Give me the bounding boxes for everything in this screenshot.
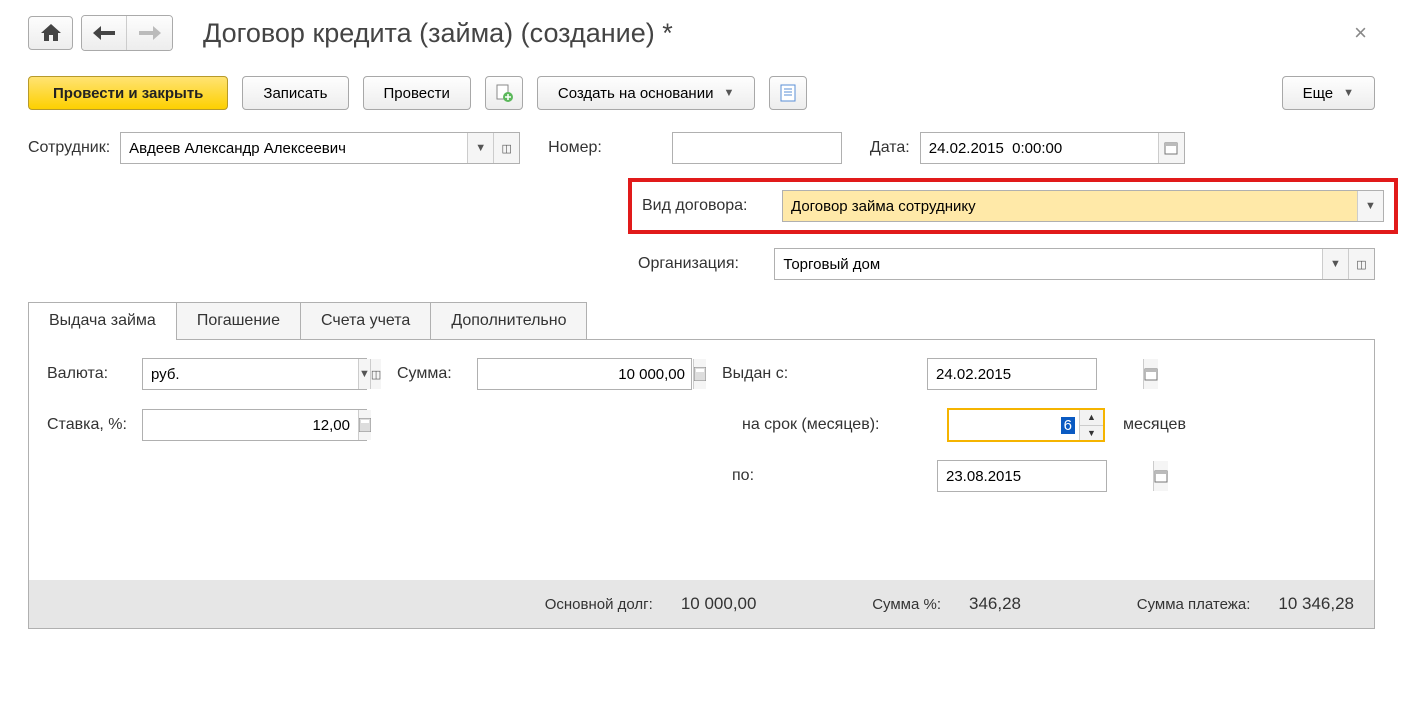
open-button[interactable]: ◫ [493,133,519,163]
open-button[interactable]: ◫ [370,359,381,389]
chevron-up-icon: ▲ [1087,412,1096,422]
currency-input[interactable] [143,359,358,389]
more-button[interactable]: Еще ▼ [1282,76,1375,110]
employee-label: Сотрудник: [28,139,110,157]
open-icon: ◫ [1356,258,1366,271]
tab-issue[interactable]: Выдача займа [28,302,177,339]
principal-value: 10 000,00 [681,594,757,614]
close-icon: × [1354,20,1367,45]
chevron-down-icon: ▼ [723,87,734,99]
chevron-down-icon: ▼ [1365,200,1376,212]
chevron-down-icon: ▼ [359,368,370,380]
date-input[interactable] [921,133,1158,163]
number-input[interactable] [673,133,888,163]
contract-type-input[interactable] [783,191,1357,221]
arrow-right-icon [139,26,161,40]
payment-value: 10 346,28 [1278,594,1354,614]
term-stepper[interactable]: 6 ▲ ▼ [947,408,1105,442]
dropdown-button[interactable]: ▼ [358,359,370,389]
arrow-left-icon [93,26,115,40]
contract-type-label: Вид договора: [642,197,772,215]
home-icon [41,24,61,42]
page-title: Договор кредита (займа) (создание) * [203,18,1346,49]
calculator-icon [359,418,371,432]
calendar-icon [1154,469,1168,483]
open-icon: ◫ [371,368,381,381]
term-label: на срок (месяцев): [742,416,937,434]
create-based-button[interactable]: Создать на основании ▼ [537,76,756,110]
calendar-icon [1144,367,1158,381]
document-plus-icon [495,84,513,102]
rate-input[interactable] [143,410,358,440]
report-button[interactable] [769,76,807,110]
dropdown-button[interactable]: ▼ [467,133,493,163]
chevron-down-icon: ▼ [475,142,486,154]
percent-label: Сумма %: [872,596,941,613]
calc-button[interactable] [693,359,706,389]
percent-value: 346,28 [969,594,1021,614]
contract-type-highlight: Вид договора: ▼ [628,178,1398,234]
term-value: 6 [949,410,1079,440]
to-label: по: [732,467,927,485]
amount-label: Сумма: [397,365,467,383]
payment-label: Сумма платежа: [1137,596,1251,613]
chevron-down-icon: ▼ [1330,258,1341,270]
term-unit: месяцев [1123,416,1186,434]
chevron-down-icon: ▼ [1087,428,1096,438]
back-button[interactable] [82,16,127,50]
calendar-button[interactable] [1153,461,1168,491]
open-button[interactable]: ◫ [1348,249,1374,279]
home-button[interactable] [28,16,73,50]
org-input[interactable] [775,249,1322,279]
stepper-up[interactable]: ▲ [1080,410,1103,426]
summary-bar: Основной долг: 10 000,00 Сумма %: 346,28… [29,580,1374,628]
calendar-button[interactable] [1158,133,1184,163]
report-icon [780,84,796,102]
calc-button[interactable] [358,410,371,440]
attach-button[interactable] [485,76,523,110]
tab-accounts[interactable]: Счета учета [300,302,431,339]
date-label: Дата: [870,139,910,157]
amount-input[interactable] [478,359,693,389]
forward-button[interactable] [127,16,172,50]
tab-extra[interactable]: Дополнительно [430,302,587,339]
post-button[interactable]: Провести [363,76,471,110]
chevron-down-icon: ▼ [1343,87,1354,99]
dropdown-button[interactable]: ▼ [1322,249,1348,279]
principal-label: Основной долг: [545,596,653,613]
tab-panel-issue: Валюта: ▼ ◫ Сумма: Выдан с: [28,339,1375,629]
post-and-close-button[interactable]: Провести и закрыть [28,76,228,110]
calendar-icon [1164,141,1178,155]
number-label: Номер: [548,139,602,157]
rate-label: Ставка, %: [47,416,132,434]
from-label: Выдан с: [722,365,917,383]
close-button[interactable]: × [1346,16,1375,50]
save-button[interactable]: Записать [242,76,348,110]
tab-repay[interactable]: Погашение [176,302,301,339]
calculator-icon [694,367,706,381]
from-date-input[interactable] [928,359,1143,389]
org-label: Организация: [638,255,764,273]
dropdown-button[interactable]: ▼ [1357,191,1383,221]
calendar-button[interactable] [1143,359,1158,389]
currency-label: Валюта: [47,365,132,383]
employee-input[interactable] [121,133,467,163]
to-date-input[interactable] [938,461,1153,491]
stepper-down[interactable]: ▼ [1080,426,1103,441]
open-icon: ◫ [501,142,511,155]
